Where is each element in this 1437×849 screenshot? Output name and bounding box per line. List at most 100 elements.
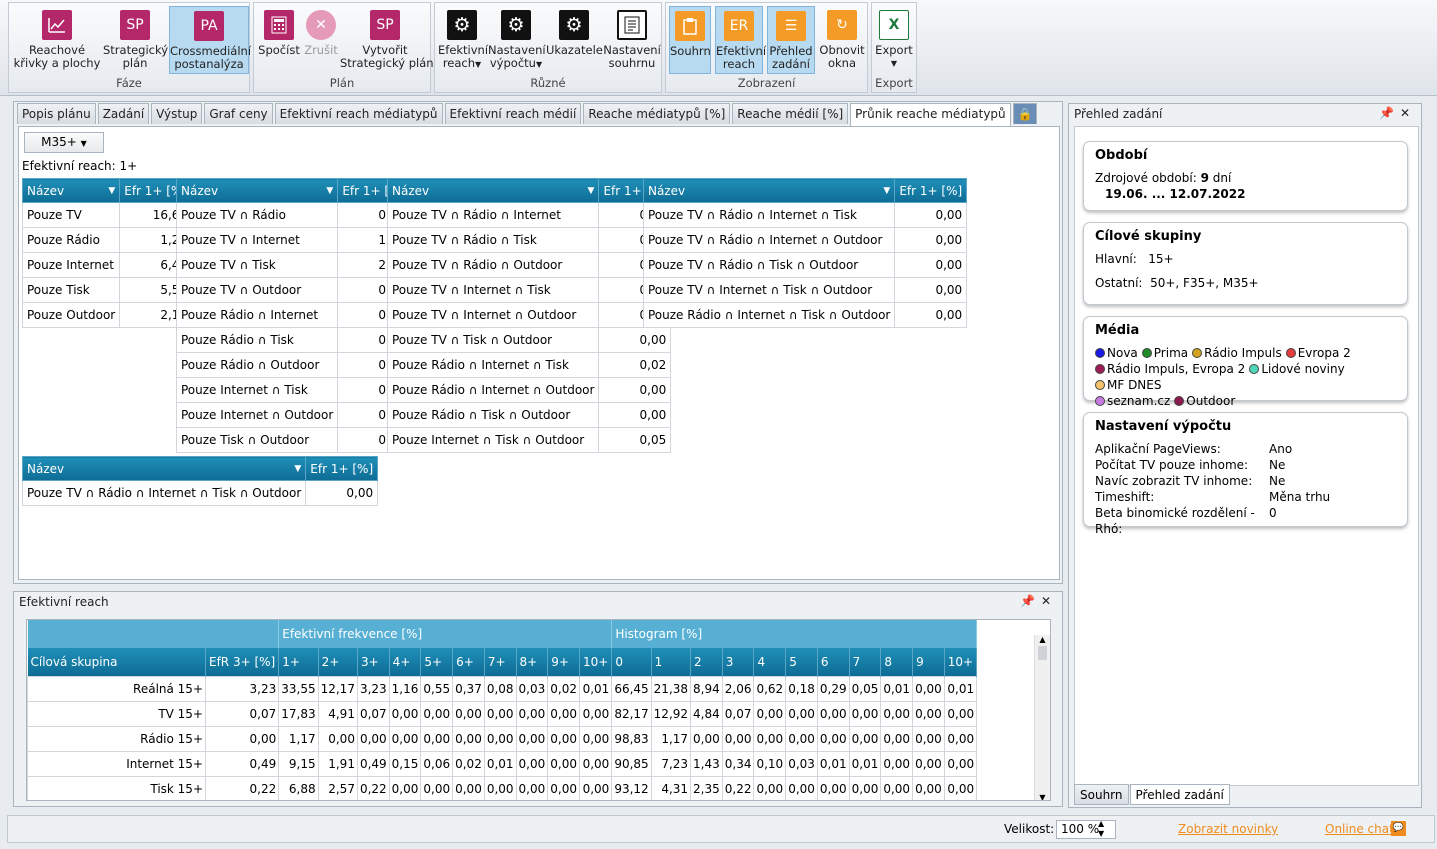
- strategic-plan-button[interactable]: SP Strategický plán: [103, 6, 168, 74]
- table-row[interactable]: Pouze TV ∩ Rádio ∩ Internet ∩ Outdoor 0,0…: [642, 227, 968, 253]
- chat-icon[interactable]: 💬: [1391, 821, 1406, 836]
- col-header[interactable]: 5+: [420, 648, 454, 676]
- pin-icon[interactable]: 📌: [1020, 594, 1041, 608]
- col-header[interactable]: 1+: [278, 648, 319, 676]
- tab-ef-reach-mediatypu[interactable]: Efektivní reach médiatypů: [274, 103, 443, 124]
- crossmedia-postanalysis-button[interactable]: PA Crossmediální postanalýza: [169, 6, 251, 74]
- table-row[interactable]: Pouze TV ∩ Tisk2,25: [175, 252, 411, 278]
- refresh-windows-button[interactable]: ↻ Obnovit okna: [817, 6, 867, 74]
- filter-icon[interactable]: ▼: [326, 186, 333, 196]
- table-row[interactable]: Pouze TV ∩ Internet ∩ Tisk ∩ Outdoor 0,00: [642, 277, 968, 303]
- table-row[interactable]: Pouze Internet 6,47: [21, 252, 193, 278]
- col-header[interactable]: 2+: [318, 648, 358, 676]
- filter-icon[interactable]: ▼: [294, 464, 301, 474]
- table-row[interactable]: Reálná 15+ 3,23 33,55 12,17 3,23 1,16 0,55 0,37…: [27, 675, 978, 702]
- col-header[interactable]: 6: [817, 648, 850, 676]
- table-row[interactable]: Pouze Internet ∩ Tisk0,41: [175, 377, 411, 403]
- col-header[interactable]: 6+: [452, 648, 485, 676]
- table-row[interactable]: Pouze TV ∩ Rádio ∩ Tisk ∩ Outdoor 0,00: [642, 252, 968, 278]
- lock-icon[interactable]: 🔒: [1012, 103, 1037, 124]
- col-header-name[interactable]: Název ▼: [21, 456, 307, 481]
- target-group-dropdown[interactable]: M35+ ▼: [24, 132, 104, 153]
- col-header[interactable]: 2: [690, 648, 723, 676]
- table-row[interactable]: Pouze Rádio ∩ Internet0,33: [175, 302, 411, 328]
- table-row[interactable]: Pouze TV 16,68: [21, 202, 193, 228]
- table-row[interactable]: Pouze TV ∩ Rádio ∩ Tisk0,00: [386, 227, 672, 253]
- tab-popis-planu[interactable]: Popis plánu: [17, 103, 96, 124]
- filter-icon[interactable]: ▼: [588, 186, 595, 196]
- tab-reache-medii[interactable]: Reache médií [%]: [732, 103, 849, 124]
- col-header[interactable]: 5: [785, 648, 818, 676]
- table-row[interactable]: Pouze Internet ∩ Tisk ∩ Outdoor 0,05: [386, 427, 672, 453]
- col-header[interactable]: 3+: [357, 648, 390, 676]
- col-header[interactable]: 4: [753, 648, 787, 676]
- table-row[interactable]: Pouze TV ∩ Rádio0,00: [175, 202, 411, 228]
- col-header[interactable]: 8+: [516, 648, 549, 676]
- col-header[interactable]: 9: [912, 648, 945, 676]
- export-button[interactable]: X Export ▼: [874, 6, 914, 74]
- col-header[interactable]: 0: [611, 648, 652, 676]
- tab-reache-mediatypu[interactable]: Reache médiatypů [%]: [583, 103, 731, 124]
- col-header[interactable]: EfR 3+ [%]: [205, 648, 280, 676]
- table-row[interactable]: Pouze TV ∩ Internet ∩ Outdoor0,02: [386, 302, 672, 328]
- col-header[interactable]: 3: [722, 648, 755, 676]
- cancel-button[interactable]: ✕ Zrušit: [302, 6, 340, 74]
- zoom-input[interactable]: 100 %: [1056, 820, 1116, 839]
- table-row[interactable]: Pouze TV ∩ Outdoor0,06: [175, 277, 411, 303]
- calc-settings-button[interactable]: ⚙ Nastavení výpočtu▼: [488, 6, 546, 74]
- col-header[interactable]: 1: [651, 648, 692, 676]
- pin-icon[interactable]: 📌: [1379, 106, 1400, 120]
- table-row[interactable]: Pouze Rádio ∩ Tisk ∩ Outdoor 0,00: [386, 402, 672, 428]
- table-row[interactable]: Pouze Rádio ∩ Internet ∩ Tisk 0,02: [386, 352, 672, 378]
- col-header[interactable]: Cílová skupina: [27, 648, 206, 676]
- table-row[interactable]: Pouze TV ∩ Rádio ∩ Internet ∩ Tisk 0,00: [642, 202, 968, 228]
- table-row[interactable]: Pouze TV ∩ Rádio ∩ Internet ∩ Tisk ∩ Out…: [21, 480, 379, 506]
- close-icon[interactable]: ✕: [1041, 594, 1057, 608]
- effective-reach-menu-button[interactable]: ⚙ Efektivní reach▼: [438, 6, 488, 74]
- table-row[interactable]: Pouze Rádio ∩ Tisk0,17: [175, 327, 411, 353]
- col-header[interactable]: 8: [880, 648, 914, 676]
- scroll-down-icon[interactable]: ▼: [1035, 793, 1050, 800]
- table-row[interactable]: Pouze Rádio ∩ Outdoor0,00: [175, 352, 411, 378]
- col-header[interactable]: 9+: [547, 648, 580, 676]
- table-row[interactable]: TV 15+ 0,07 17,83 4,91 0,07 0,00 0,00 0,00 0,00 0…: [27, 700, 978, 727]
- tab-vystup[interactable]: Výstup: [151, 103, 203, 124]
- filter-icon[interactable]: ▼: [108, 186, 115, 196]
- create-strategic-plan-button[interactable]: SP Vytvořit Strategický plán: [340, 6, 434, 74]
- table-row[interactable]: Pouze Rádio ∩ Internet ∩ Tisk ∩ Outdoor 0…: [642, 302, 968, 328]
- table-row[interactable]: Pouze Rádio 1,20: [21, 227, 193, 253]
- scrollbar-thumb[interactable]: [1038, 646, 1047, 660]
- close-icon[interactable]: ✕: [1400, 106, 1416, 120]
- table-row[interactable]: Pouze TV ∩ Internet1,26: [175, 227, 411, 253]
- col-header[interactable]: 10+: [579, 648, 613, 676]
- indicators-button[interactable]: ⚙ Ukazatele: [546, 6, 603, 74]
- vertical-scrollbar[interactable]: ▲ ▼: [1034, 635, 1050, 800]
- table-row[interactable]: Pouze Outdoor 2,15: [21, 302, 193, 328]
- show-news-link[interactable]: Zobrazit novinky: [1178, 822, 1278, 836]
- tab-ef-reach-medii[interactable]: Efektivní reach médií: [444, 103, 582, 124]
- reach-curves-button[interactable]: Reachové křivky a plochy: [13, 6, 101, 74]
- table-row[interactable]: Rádio 15+ 0,00 1,17 0,00 0,00 0,00 0,00 0,00 0,0…: [27, 725, 978, 752]
- table-row[interactable]: Pouze Rádio ∩ Internet ∩ Outdoor 0,00: [386, 377, 672, 403]
- online-chat-link[interactable]: Online chat: [1325, 822, 1394, 836]
- table-row[interactable]: Tisk 15+ 0,22 6,88 2,57 0,22 0,00 0,00 0,00 0,00…: [27, 775, 978, 800]
- table-row[interactable]: Pouze TV ∩ Rádio ∩ Internet0,00: [386, 202, 672, 228]
- scroll-up-icon[interactable]: ▲: [1035, 635, 1050, 644]
- table-row[interactable]: Pouze Internet ∩ Outdoor0,22: [175, 402, 411, 428]
- col-header[interactable]: 7+: [484, 648, 517, 676]
- col-header-name[interactable]: Název ▼: [642, 178, 896, 203]
- table-row[interactable]: Pouze Tisk 5,56: [21, 277, 193, 303]
- filter-icon[interactable]: ▼: [883, 186, 890, 196]
- col-header[interactable]: 4+: [389, 648, 422, 676]
- summary-view-button[interactable]: Souhrn: [669, 6, 711, 74]
- tab-prehled-zadani[interactable]: Přehled zadání: [1129, 784, 1230, 805]
- task-overview-view-button[interactable]: ☰ Přehled zadání: [767, 6, 815, 74]
- table-row[interactable]: Pouze TV ∩ Internet ∩ Tisk0,08: [386, 277, 672, 303]
- col-header[interactable]: 7: [849, 648, 882, 676]
- col-header-name[interactable]: Název ▼: [21, 178, 121, 203]
- summary-settings-button[interactable]: Nastavení souhrnu: [603, 6, 661, 74]
- table-row[interactable]: Pouze Tisk ∩ Outdoor0,19: [175, 427, 411, 453]
- col-header-value[interactable]: Efr 1+ [%]: [305, 456, 379, 481]
- col-header[interactable]: 10+: [944, 648, 978, 676]
- zoom-stepper[interactable]: ▲ ▼: [1098, 819, 1104, 839]
